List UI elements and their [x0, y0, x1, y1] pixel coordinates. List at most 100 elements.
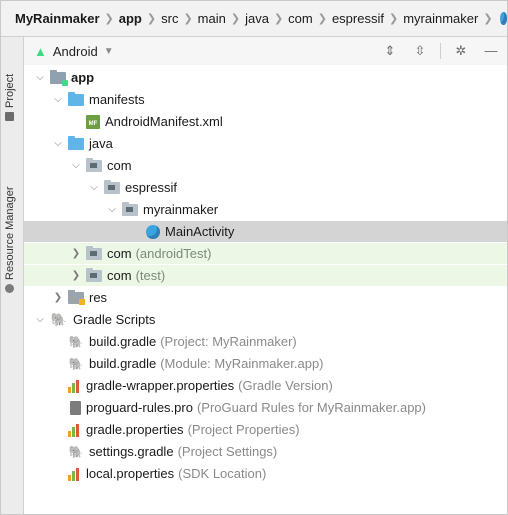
tree-node-label: app: [71, 70, 95, 85]
chevron-down-icon[interactable]: ⌵: [70, 160, 82, 171]
breadcrumb-item-app[interactable]: app: [119, 11, 142, 26]
chevron-right-icon: ❯: [388, 13, 399, 25]
tree-node-gradle-wrapper[interactable]: gradle-wrapper.properties (Gradle Versio…: [24, 375, 507, 396]
module-folder-icon: [50, 69, 68, 86]
tree-node-hint: (Gradle Version): [238, 378, 333, 393]
toolbar-divider: [440, 43, 441, 59]
properties-file-icon: [68, 423, 81, 437]
resource-manager-icon: [5, 284, 15, 293]
properties-file-icon: [68, 379, 81, 393]
tree-node-label: espressif: [125, 180, 178, 195]
manifest-file-icon: MF: [86, 114, 100, 129]
panel-toolbar: ⇕ ⇳ ✲ —: [380, 41, 501, 61]
text-file-icon: [70, 400, 81, 415]
chevron-right-icon: ❯: [483, 13, 493, 25]
breadcrumb-item-src[interactable]: src: [161, 11, 178, 26]
chevron-right-icon: ❯: [317, 13, 327, 25]
tree-node-hint: (Project: MyRainmaker): [160, 334, 297, 349]
tree-node-app[interactable]: ⌵ app: [24, 67, 507, 88]
breadcrumb-item-java[interactable]: java: [245, 11, 269, 26]
tree-node-com[interactable]: ⌵ com: [24, 155, 507, 176]
chevron-right-icon[interactable]: ❯: [70, 270, 82, 281]
breadcrumb-item-com[interactable]: com: [288, 11, 313, 26]
tree-node-gradle-scripts[interactable]: ⌵ 🐘 Gradle Scripts: [24, 309, 507, 330]
chevron-down-icon[interactable]: ⌵: [88, 182, 100, 193]
package-icon: [86, 245, 102, 260]
chevron-down-icon: ▼: [103, 45, 114, 57]
folder-icon: [68, 135, 84, 150]
tree-node-myrainmaker[interactable]: ⌵ myrainmaker: [24, 199, 507, 220]
tree-node-java[interactable]: ⌵ java: [24, 133, 507, 154]
tree-node-label: com: [107, 268, 132, 283]
expand-all-icon[interactable]: ⇕: [380, 41, 400, 61]
tree-node-manifests[interactable]: ⌵ manifests: [24, 89, 507, 110]
class-icon[interactable]: [499, 12, 507, 25]
chevron-down-icon[interactable]: ⌵: [52, 138, 64, 149]
tree-node-label: com: [107, 246, 132, 261]
tree-node-local-properties[interactable]: local.properties (SDK Location): [24, 463, 507, 484]
tree-node-hint: (test): [135, 268, 166, 283]
resource-manager-tab[interactable]: Resource Manager: [4, 133, 16, 293]
chevron-right-icon: ❯: [146, 13, 157, 25]
tree-node-hint: (SDK Location): [178, 466, 267, 481]
tree-node-label: res: [89, 290, 108, 305]
tree-node-label: local.properties: [86, 466, 175, 481]
chevron-down-icon[interactable]: ⌵: [106, 204, 118, 215]
package-icon: [86, 267, 102, 282]
tree-node-com-test[interactable]: ❯ com (test): [24, 265, 507, 286]
tree-node-android-manifest[interactable]: MF AndroidManifest.xml: [24, 111, 507, 132]
tree-node-label: java: [89, 136, 113, 151]
folder-icon: [68, 91, 84, 106]
project-tool-window: MyRainmaker ❯ app ❯ src ❯ main ❯ java ❯ …: [0, 0, 508, 515]
tree-node-proguard[interactable]: proguard-rules.pro (ProGuard Rules for M…: [24, 397, 507, 418]
class-icon: [146, 224, 160, 239]
android-icon: ▲: [34, 43, 47, 59]
view-selector-label: Android: [52, 43, 98, 59]
chevron-right-icon: ❯: [230, 13, 241, 25]
gear-icon[interactable]: ✲: [451, 41, 471, 61]
tree-node-main-activity[interactable]: MainActivity: [24, 221, 507, 242]
package-icon: [122, 201, 138, 216]
breadcrumb-item-espressif[interactable]: espressif: [332, 11, 384, 26]
tree-node-label: build.gradle: [89, 334, 157, 349]
package-icon: [86, 157, 102, 172]
tree-node-label: MainActivity: [165, 224, 235, 239]
tree-node-label: manifests: [89, 92, 145, 107]
breadcrumb-item-main[interactable]: main: [198, 11, 226, 26]
breadcrumb-item-project[interactable]: MyRainmaker: [15, 11, 100, 26]
project-tab[interactable]: Project: [4, 43, 16, 121]
tree-node-gradle-properties[interactable]: gradle.properties (Project Properties): [24, 419, 507, 440]
chevron-right-icon: ❯: [183, 13, 193, 25]
folder-icon: [5, 112, 15, 121]
properties-file-icon: [68, 467, 81, 481]
tree-node-com-android-test[interactable]: ❯ com (androidTest): [24, 243, 507, 264]
tree-node-label: AndroidManifest.xml: [105, 114, 223, 129]
resource-manager-tab-label: Resource Manager: [4, 186, 16, 280]
collapse-all-icon[interactable]: ⇳: [410, 41, 430, 61]
tree-node-hint: (Module: MyRainmaker.app): [160, 356, 324, 371]
view-selector-dropdown[interactable]: ▲ Android ▼: [34, 44, 114, 59]
chevron-right-icon[interactable]: ❯: [70, 248, 82, 259]
tree-node-settings-gradle[interactable]: 🐘 settings.gradle (Project Settings): [24, 441, 507, 462]
gradle-file-icon: 🐘: [68, 334, 84, 349]
minimize-icon[interactable]: —: [481, 41, 501, 61]
chevron-down-icon[interactable]: ⌵: [34, 72, 46, 83]
tree-node-build-gradle-project[interactable]: 🐘 build.gradle (Project: MyRainmaker): [24, 331, 507, 352]
tree-node-hint: (ProGuard Rules for MyRainmaker.app): [196, 400, 426, 415]
tree-node-label: myrainmaker: [143, 202, 219, 217]
tree-node-label: Gradle Scripts: [73, 312, 156, 327]
tree-node-hint: (Project Settings): [177, 444, 278, 459]
tree-node-build-gradle-module[interactable]: 🐘 build.gradle (Module: MyRainmaker.app): [24, 353, 507, 374]
chevron-right-icon[interactable]: ❯: [52, 292, 64, 303]
chevron-down-icon[interactable]: ⌵: [52, 94, 64, 105]
chevron-down-icon[interactable]: ⌵: [34, 314, 46, 325]
tree-node-label: gradle-wrapper.properties: [86, 378, 235, 393]
breadcrumb: MyRainmaker ❯ app ❯ src ❯ main ❯ java ❯ …: [1, 1, 507, 37]
tree-node-label: com: [107, 158, 132, 173]
tree-node-hint: (androidTest): [135, 246, 212, 261]
tree-node-res[interactable]: ❯ res: [24, 287, 507, 308]
gradle-file-icon: 🐘: [68, 444, 84, 459]
tree-node-espressif[interactable]: ⌵ espressif: [24, 177, 507, 198]
breadcrumb-item-myrainmaker[interactable]: myrainmaker: [403, 11, 478, 26]
panel-header: ▲ Android ▼ ⇕ ⇳ ✲ —: [24, 37, 507, 65]
